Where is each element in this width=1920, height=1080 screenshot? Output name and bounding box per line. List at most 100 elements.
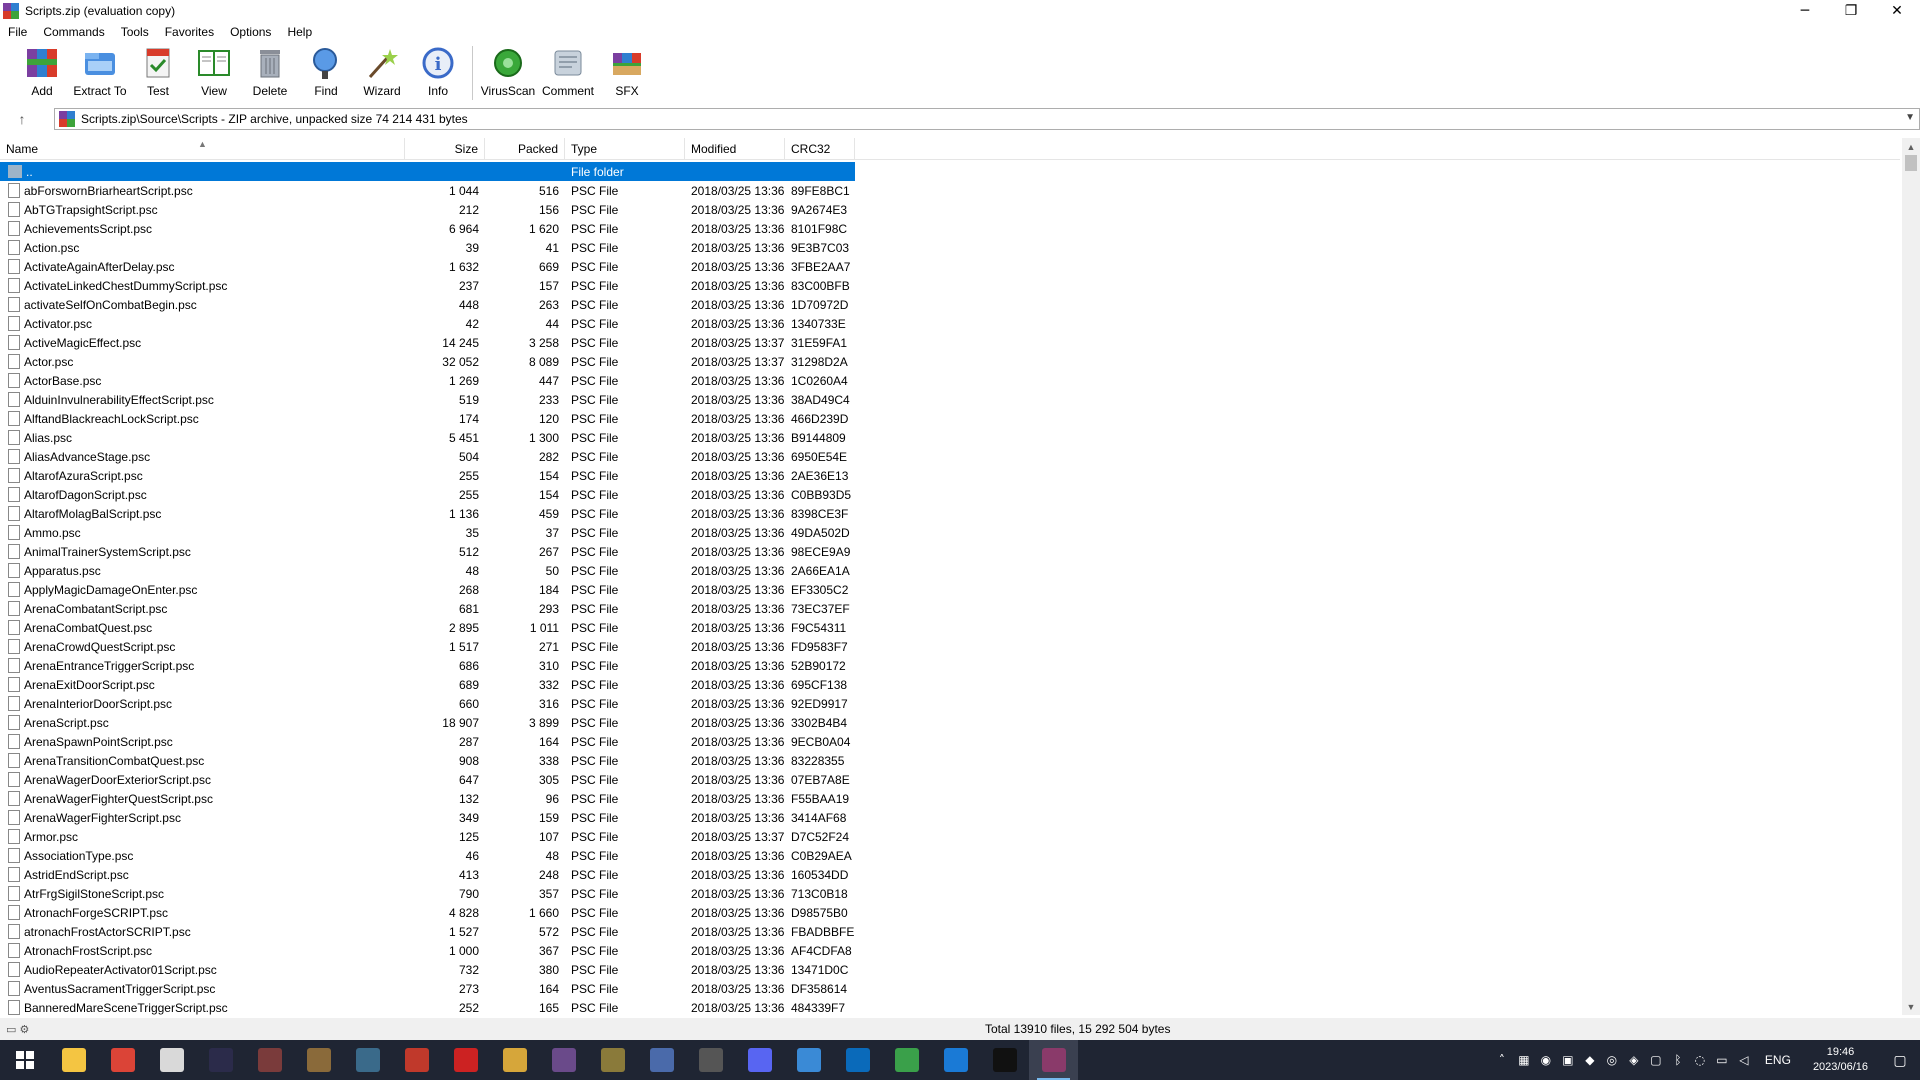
up-folder-button[interactable]: ↑ xyxy=(0,108,44,130)
scroll-thumb[interactable] xyxy=(1905,155,1917,171)
find-button[interactable]: Find xyxy=(298,44,354,98)
file-row[interactable]: ActivateLinkedChestDummyScript.psc 237 157… xyxy=(0,276,1900,295)
file-row[interactable]: AnimalTrainerSystemScript.psc 512 267 PSC F… xyxy=(0,542,1900,561)
file-row[interactable]: AtronachFrostScript.psc 1 000 367 PSC File 2… xyxy=(0,941,1900,960)
file-row[interactable]: ArenaCrowdQuestScript.psc 1 517 271 PSC Fil… xyxy=(0,637,1900,656)
volume-icon[interactable]: ◁ xyxy=(1733,1040,1755,1080)
scroll-down-icon[interactable]: ▼ xyxy=(1902,998,1920,1015)
file-row[interactable]: Alias.psc 5 451 1 300 PSC File 2018/03/25 13… xyxy=(0,428,1900,447)
bluetooth-icon[interactable]: ᛒ xyxy=(1667,1040,1689,1080)
tray-icon[interactable]: ▣ xyxy=(1557,1040,1579,1080)
address-bar[interactable]: Scripts.zip\Source\Scripts - ZIP archive… xyxy=(54,108,1920,130)
sfx-button[interactable]: SFX xyxy=(599,44,655,98)
minimize-button[interactable]: ─ xyxy=(1782,0,1828,22)
taskbar-app-10-button[interactable] xyxy=(490,1040,539,1080)
file-row[interactable]: BanneredMareSceneTriggerScript.psc 252 165… xyxy=(0,998,1900,1015)
file-row[interactable]: AliasAdvanceStage.psc 504 282 PSC File 2018/… xyxy=(0,447,1900,466)
chevron-down-icon[interactable]: ▼ xyxy=(1905,112,1915,123)
menu-commands[interactable]: Commands xyxy=(35,25,112,39)
taskbar-app-8-button[interactable] xyxy=(392,1040,441,1080)
file-row[interactable]: atronachFrostActorSCRIPT.psc 1 527 572 PSC … xyxy=(0,922,1900,941)
menu-tools[interactable]: Tools xyxy=(113,25,157,39)
view-button[interactable]: View xyxy=(186,44,242,98)
file-row[interactable]: ArenaInteriorDoorScript.psc 660 316 PSC Fil… xyxy=(0,694,1900,713)
comment-button[interactable]: Comment xyxy=(537,44,599,98)
file-row[interactable]: Actor.psc 32 052 8 089 PSC File 2018/03/25 1… xyxy=(0,352,1900,371)
file-row[interactable]: ArenaScript.psc 18 907 3 899 PSC File 2018/0… xyxy=(0,713,1900,732)
menu-favorites[interactable]: Favorites xyxy=(157,25,222,39)
column-type[interactable]: Type xyxy=(565,138,685,160)
file-row[interactable]: ArenaEntranceTriggerScript.psc 686 310 PSC … xyxy=(0,656,1900,675)
vertical-scrollbar[interactable]: ▲ ▼ xyxy=(1902,138,1920,1015)
add-button[interactable]: Add xyxy=(14,44,70,98)
chevron-up-icon[interactable]: ˄ xyxy=(1491,1040,1513,1080)
menu-help[interactable]: Help xyxy=(279,25,320,39)
file-row[interactable]: ActivateAgainAfterDelay.psc 1 632 669 PSC F… xyxy=(0,257,1900,276)
file-row[interactable]: ActiveMagicEffect.psc 14 245 3 258 PSC File… xyxy=(0,333,1900,352)
taskbar-app-4-button[interactable] xyxy=(196,1040,245,1080)
column-name[interactable]: Name ▲ xyxy=(0,138,405,160)
column-size[interactable]: Size xyxy=(405,138,485,160)
file-row[interactable]: AbTGTrapsightScript.psc 212 156 PSC File 201… xyxy=(0,200,1900,219)
file-row[interactable]: ArenaCombatantScript.psc 681 293 PSC File 20… xyxy=(0,599,1900,618)
taskbar-app-13-button[interactable] xyxy=(637,1040,686,1080)
notification-icon[interactable]: ▢ xyxy=(1880,1052,1920,1069)
taskbar-app-18-button[interactable] xyxy=(882,1040,931,1080)
file-row[interactable]: Action.psc 39 41 PSC File 2018/03/25 13:36 9E… xyxy=(0,238,1900,257)
file-row[interactable]: ArenaWagerDoorExteriorScript.psc 647 305 PS… xyxy=(0,770,1900,789)
tray-icon[interactable]: ◌ xyxy=(1689,1040,1711,1080)
file-row[interactable]: AlduinInvulnerabilityEffectScript.psc 519… xyxy=(0,390,1900,409)
tray-icon[interactable]: ▢ xyxy=(1645,1040,1667,1080)
taskbar-app-19-button[interactable] xyxy=(931,1040,980,1080)
maximize-button[interactable]: ❐ xyxy=(1828,0,1874,22)
menu-options[interactable]: Options xyxy=(222,25,279,39)
tray-icon[interactable]: ◈ xyxy=(1623,1040,1645,1080)
parent-folder-row[interactable]: .. File folder xyxy=(0,162,855,181)
file-row[interactable]: ArenaTransitionCombatQuest.psc 908 338 PSC … xyxy=(0,751,1900,770)
column-packed[interactable]: Packed xyxy=(485,138,565,160)
file-row[interactable]: AltarofDagonScript.psc 255 154 PSC File 2018… xyxy=(0,485,1900,504)
info-button[interactable]: i Info xyxy=(410,44,466,98)
file-row[interactable]: ArenaExitDoorScript.psc 689 332 PSC File 201… xyxy=(0,675,1900,694)
taskbar-app-9-button[interactable] xyxy=(441,1040,490,1080)
file-row[interactable]: AssociationType.psc 46 48 PSC File 2018/03/2… xyxy=(0,846,1900,865)
test-button[interactable]: Test xyxy=(130,44,186,98)
file-row[interactable]: ApplyMagicDamageOnEnter.psc 268 184 PSC Fil… xyxy=(0,580,1900,599)
wizard-button[interactable]: Wizard xyxy=(354,44,410,98)
taskbar-winrar-button[interactable] xyxy=(1029,1040,1078,1080)
language-indicator[interactable]: ENG xyxy=(1755,1053,1801,1067)
clock[interactable]: 19:46 2023/06/16 xyxy=(1801,1045,1880,1075)
close-button[interactable]: ✕ xyxy=(1874,0,1920,22)
file-row[interactable]: AudioRepeaterActivator01Script.psc 732 380… xyxy=(0,960,1900,979)
taskbar-store-button[interactable] xyxy=(784,1040,833,1080)
taskbar-file-explorer-button[interactable] xyxy=(49,1040,98,1080)
file-row[interactable]: AventusSacramentTriggerScript.psc 273 164 P… xyxy=(0,979,1900,998)
file-row[interactable]: AchievementsScript.psc 6 964 1 620 PSC File… xyxy=(0,219,1900,238)
file-row[interactable]: AstridEndScript.psc 413 248 PSC File 2018/03… xyxy=(0,865,1900,884)
network-icon[interactable]: ▭ xyxy=(1711,1040,1733,1080)
taskbar-discord-button[interactable] xyxy=(735,1040,784,1080)
start-button[interactable] xyxy=(0,1040,49,1080)
file-row[interactable]: activateSelfOnCombatBegin.psc 448 263 PSC F… xyxy=(0,295,1900,314)
column-modified[interactable]: Modified xyxy=(685,138,785,160)
taskbar-app-14-button[interactable] xyxy=(686,1040,735,1080)
taskbar-app-3-button[interactable] xyxy=(147,1040,196,1080)
file-row[interactable]: ArenaCombatQuest.psc 2 895 1 011 PSC File 20… xyxy=(0,618,1900,637)
steam-icon[interactable]: ◎ xyxy=(1601,1040,1623,1080)
scroll-up-icon[interactable]: ▲ xyxy=(1902,138,1920,155)
file-row[interactable]: ActorBase.psc 1 269 447 PSC File 2018/03/25 … xyxy=(0,371,1900,390)
file-row[interactable]: Activator.psc 42 44 PSC File 2018/03/25 13:3… xyxy=(0,314,1900,333)
file-list[interactable]: Name ▲ Size Packed Type Modified CRC32 ..… xyxy=(0,138,1920,1015)
file-row[interactable]: ArenaWagerFighterQuestScript.psc 132 96 PSC… xyxy=(0,789,1900,808)
file-row[interactable]: ArenaWagerFighterScript.psc 349 159 PSC Fil… xyxy=(0,808,1900,827)
file-row[interactable]: AlftandBlackreachLockScript.psc 174 120 PSC… xyxy=(0,409,1900,428)
taskbar-terminal-button[interactable] xyxy=(980,1040,1029,1080)
file-row[interactable]: AtronachForgeSCRIPT.psc 4 828 1 660 PSC Fil… xyxy=(0,903,1900,922)
taskbar-app-11-button[interactable] xyxy=(539,1040,588,1080)
extract-to-button[interactable]: Extract To xyxy=(70,44,130,98)
drive-icon[interactable]: ▭ ⚙ xyxy=(6,1023,29,1036)
column-crc32[interactable]: CRC32 xyxy=(785,138,855,160)
virusscan-button[interactable]: VirusScan xyxy=(479,44,537,98)
file-row[interactable]: Armor.psc 125 107 PSC File 2018/03/25 13:37 D… xyxy=(0,827,1900,846)
file-row[interactable]: Apparatus.psc 48 50 PSC File 2018/03/25 13:3… xyxy=(0,561,1900,580)
